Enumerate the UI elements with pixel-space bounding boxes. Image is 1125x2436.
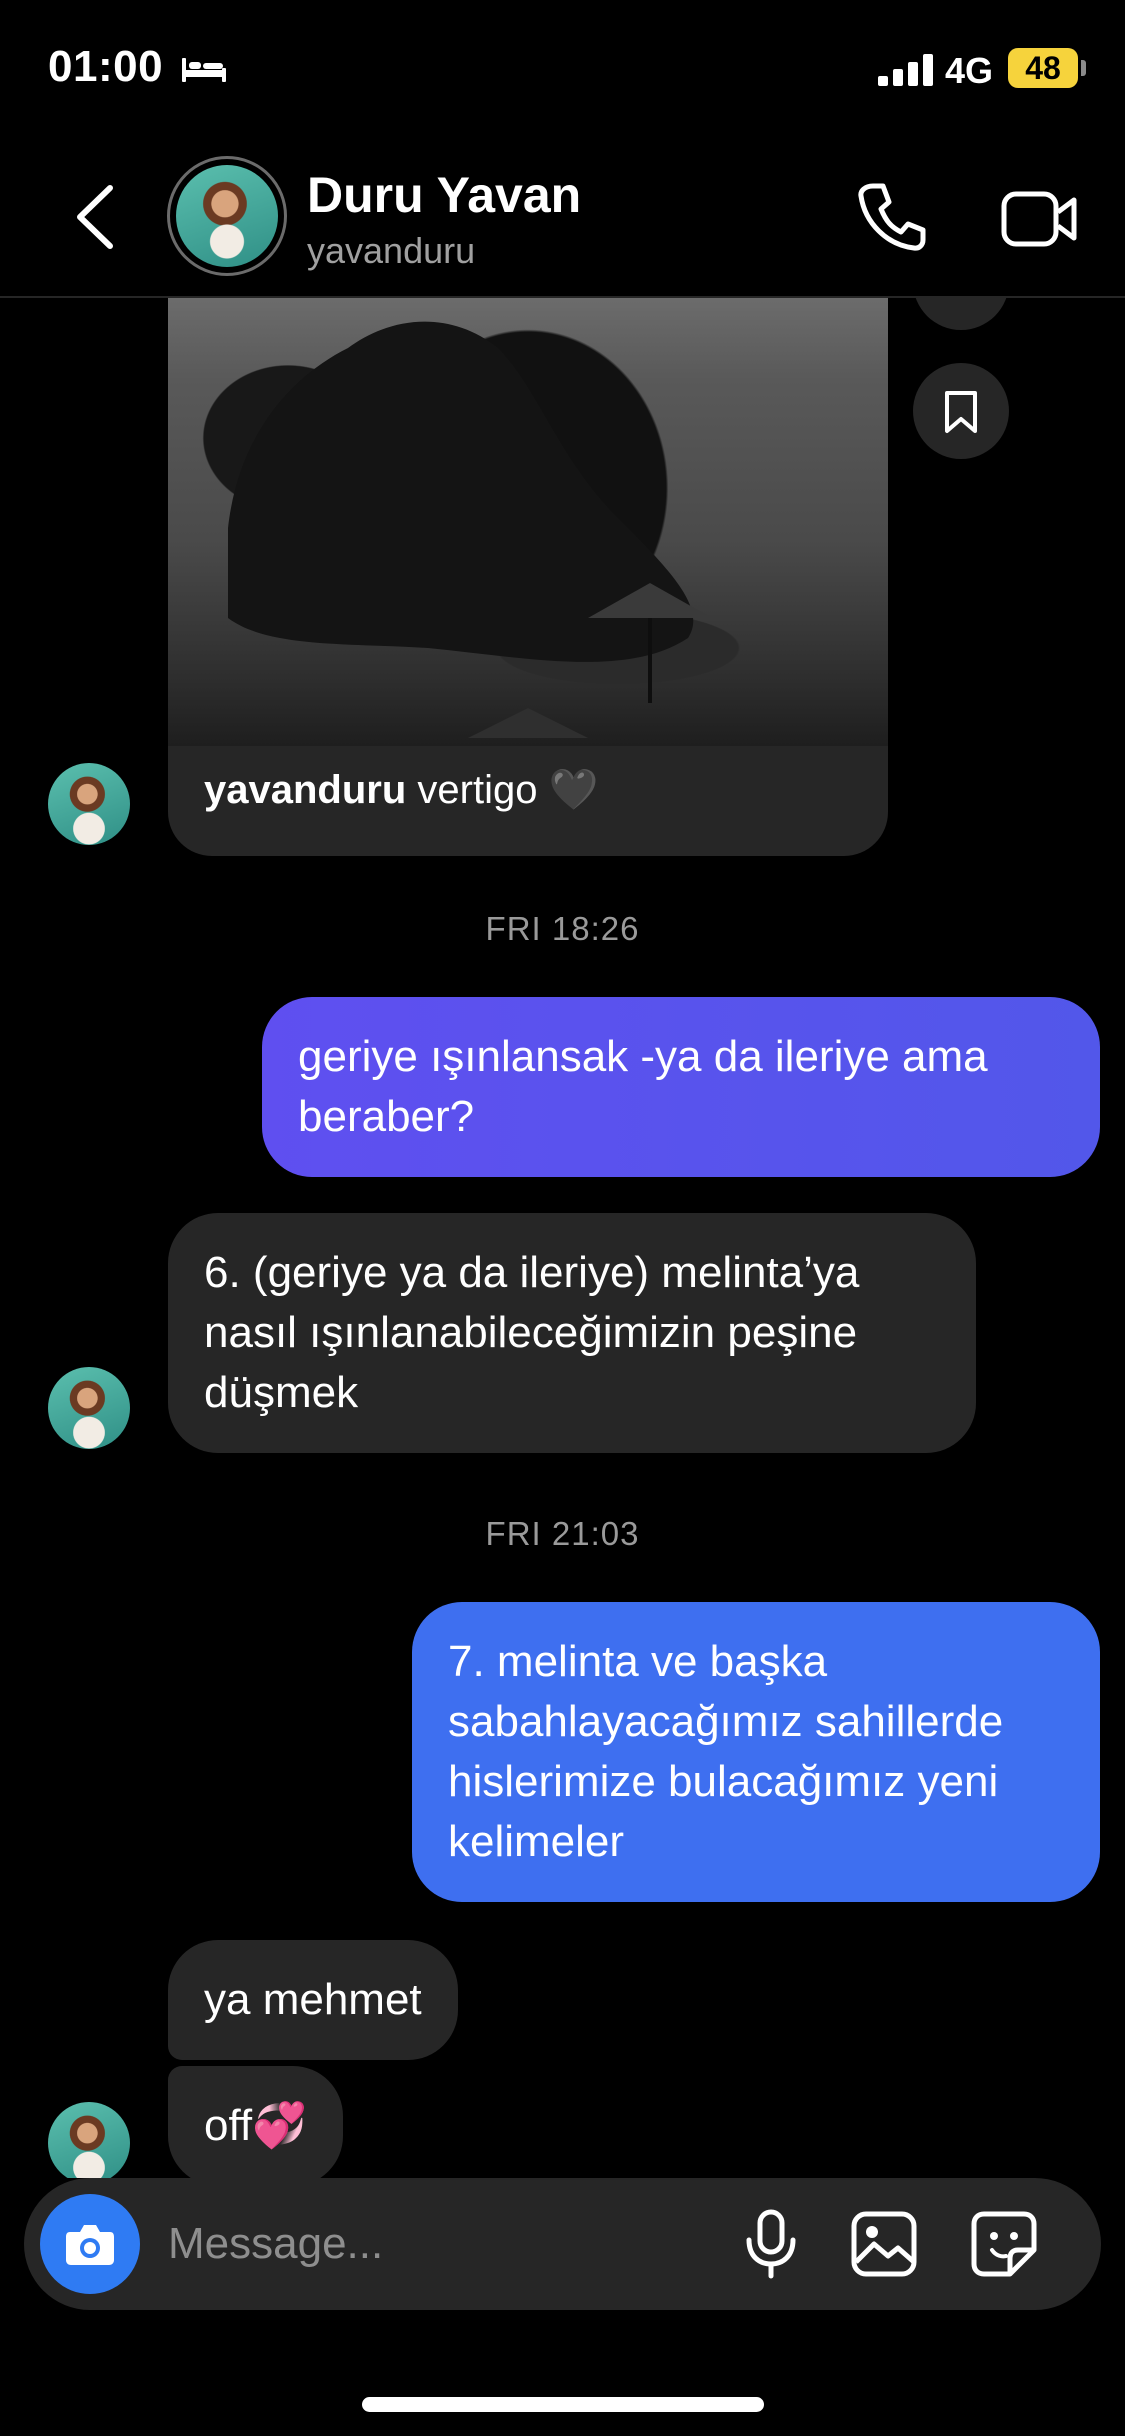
contact-name[interactable]: Duru Yavan [307, 166, 581, 224]
message-composer [24, 2178, 1101, 2310]
post-caption-text: vertigo 🖤 [406, 768, 599, 812]
status-time: 01:00 [48, 42, 164, 91]
video-call-icon[interactable] [1000, 182, 1080, 254]
message-timestamp: FRI 18:26 [485, 910, 640, 947]
chat-header: Duru Yavan yavanduru [0, 140, 1125, 298]
post-image[interactable] [168, 298, 888, 746]
message-thread[interactable]: yavanduru vertigo 🖤 FRI 18:26 geriye ışı… [0, 298, 1125, 2178]
message-timestamp: FRI 21:03 [485, 1515, 640, 1552]
rock-illustration [228, 321, 712, 738]
sender-avatar[interactable] [48, 2102, 130, 2178]
camera-button[interactable] [40, 2194, 140, 2294]
signal-icon [878, 54, 933, 86]
incoming-message[interactable]: 6. (geriye ya da ileriye) melinta’ya nas… [168, 1213, 976, 1453]
share-button[interactable] [913, 298, 1009, 330]
network-type: 4G [945, 50, 994, 91]
status-bar: 01:00 4G 48 [0, 0, 1125, 140]
sticker-icon[interactable] [970, 2210, 1038, 2278]
bed-icon [182, 58, 226, 82]
avatar-image [176, 165, 278, 267]
bookmark-icon [945, 391, 977, 433]
contact-avatar[interactable] [167, 156, 287, 276]
outgoing-message[interactable]: geriye ışınlansak -ya da ileriye ama ber… [262, 997, 1100, 1177]
outgoing-message[interactable]: 7. melinta ve başka sabahlayacağımız sah… [412, 1602, 1100, 1902]
sender-avatar[interactable] [48, 763, 130, 845]
phone-icon[interactable] [855, 180, 929, 254]
incoming-message[interactable]: ya mehmet [168, 1940, 458, 2060]
post-caption: yavanduru vertigo 🖤 [204, 766, 598, 813]
message-input[interactable] [168, 2208, 668, 2280]
home-indicator[interactable] [362, 2397, 764, 2412]
battery-tip [1081, 60, 1086, 76]
post-username[interactable]: yavanduru [204, 768, 406, 812]
shared-post[interactable]: yavanduru vertigo 🖤 [168, 298, 888, 856]
incoming-message[interactable]: off💞 [168, 2066, 343, 2178]
contact-handle[interactable]: yavanduru [307, 230, 475, 272]
gallery-icon[interactable] [850, 2210, 918, 2278]
back-icon[interactable] [70, 182, 120, 252]
camera-icon [66, 2225, 114, 2265]
save-button[interactable] [913, 363, 1009, 459]
battery-level: 48 [1008, 48, 1078, 88]
sender-avatar[interactable] [48, 1367, 130, 1449]
microphone-icon[interactable] [741, 2208, 801, 2280]
